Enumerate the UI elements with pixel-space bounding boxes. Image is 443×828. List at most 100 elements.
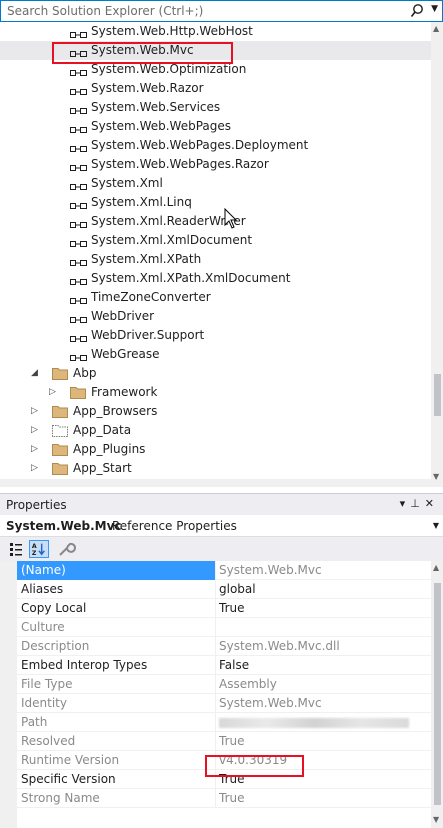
- folder-item[interactable]: ▷ Framework: [0, 383, 431, 402]
- property-grid-gutter: [0, 561, 17, 828]
- reference-label: System.Web.WebPages: [91, 119, 232, 133]
- property-name: Copy Local: [21, 601, 87, 615]
- pin-icon[interactable]: ⊥: [410, 497, 425, 510]
- reference-item[interactable]: System.Xml.XmlDocument: [0, 231, 431, 250]
- property-name: File Type: [21, 677, 73, 691]
- reference-label: System.Web.Http.WebHost: [91, 24, 253, 38]
- column-divider: [215, 732, 216, 751]
- column-divider: [215, 580, 216, 599]
- collapsed-arrow-icon[interactable]: ▷: [31, 402, 38, 421]
- reference-item[interactable]: System.Web.Razor: [0, 79, 431, 98]
- assembly-reference-icon: [70, 65, 88, 76]
- scroll-up-icon[interactable]: ▲: [433, 24, 439, 33]
- property-row[interactable]: Identity System.Web.Mvc: [17, 694, 431, 713]
- property-value[interactable]: global: [219, 582, 256, 596]
- properties-scroll-down-icon[interactable]: ▼: [433, 815, 439, 824]
- reference-label: System.Xml.Linq: [91, 195, 192, 209]
- reference-item[interactable]: System.Web.WebPages.Razor: [0, 155, 431, 174]
- property-row[interactable]: Copy Local True: [17, 599, 431, 618]
- collapsed-arrow-icon[interactable]: ▷: [31, 421, 38, 440]
- folder-label: App_Data: [73, 423, 132, 437]
- properties-scroll-thumb[interactable]: [434, 583, 441, 805]
- assembly-reference-icon: [70, 217, 88, 228]
- reference-label: TimeZoneConverter: [91, 290, 211, 304]
- assembly-reference-icon: [70, 236, 88, 247]
- redacted-path-value: [219, 718, 409, 728]
- folder-item[interactable]: ◢ Abp: [0, 364, 431, 383]
- folder-item[interactable]: ▷ App_Data: [0, 421, 431, 440]
- vertical-scrollbar[interactable]: ▲ ▼: [431, 22, 443, 487]
- mouse-cursor-icon: [224, 208, 238, 229]
- reference-item[interactable]: System.Web.Http.WebHost: [0, 22, 431, 41]
- close-icon[interactable]: ✕: [425, 497, 439, 510]
- reference-item[interactable]: System.Xml.ReaderWriter: [0, 212, 431, 231]
- reference-item[interactable]: System.Xml.XPath: [0, 250, 431, 269]
- search-options-dropdown-icon[interactable]: ▼: [431, 4, 438, 14]
- property-row[interactable]: Strong Name True: [17, 789, 431, 808]
- search-icon[interactable]: [410, 3, 424, 19]
- svg-text:A: A: [32, 543, 37, 550]
- window-position-dropdown-icon[interactable]: ▾: [400, 497, 411, 510]
- reference-item[interactable]: System.Web.WebPages.Deployment: [0, 136, 431, 155]
- expanded-arrow-icon[interactable]: ◢: [31, 364, 38, 383]
- reference-item[interactable]: WebDriver: [0, 307, 431, 326]
- property-row[interactable]: Path: [17, 713, 431, 732]
- reference-item[interactable]: System.Web.Services: [0, 98, 431, 117]
- property-row[interactable]: Description System.Web.Mvc.dll: [17, 637, 431, 656]
- scroll-down-icon[interactable]: ▼: [433, 472, 439, 481]
- categorized-view-button[interactable]: [6, 540, 26, 558]
- column-divider: [215, 713, 216, 732]
- reference-item[interactable]: TimeZoneConverter: [0, 288, 431, 307]
- reference-item[interactable]: System.Xml.Linq: [0, 193, 431, 212]
- property-name: Description: [21, 639, 90, 653]
- reference-item[interactable]: WebGrease: [0, 345, 431, 364]
- property-name: Strong Name: [21, 791, 100, 805]
- property-row[interactable]: Culture: [17, 618, 431, 637]
- properties-scroll-up-icon[interactable]: ▲: [433, 563, 439, 572]
- highlight-box-selected-reference: [52, 42, 233, 64]
- column-divider: [215, 618, 216, 637]
- property-name: Identity: [21, 696, 67, 710]
- property-name: Culture: [21, 620, 65, 634]
- property-name: Specific Version: [21, 772, 116, 786]
- property-row[interactable]: Resolved True: [17, 732, 431, 751]
- properties-scrollbar[interactable]: ▲ ▼: [431, 561, 443, 828]
- scroll-thumb[interactable]: [434, 374, 441, 416]
- collapsed-arrow-icon[interactable]: ▷: [49, 383, 56, 402]
- reference-label: System.Web.Razor: [91, 81, 204, 95]
- highlight-box-runtime-version: [205, 755, 304, 777]
- alphabetical-view-button[interactable]: A Z: [29, 540, 49, 558]
- property-value: System.Web.Mvc: [219, 563, 322, 577]
- reference-label: System.Xml.XmlDocument: [91, 233, 253, 247]
- reference-label: System.Web.WebPages.Deployment: [91, 138, 309, 152]
- folder-icon: [52, 367, 68, 380]
- reference-label: System.Xml.XPath.XmlDocument: [91, 271, 291, 285]
- collapsed-arrow-icon[interactable]: ▷: [31, 459, 38, 478]
- collapsed-arrow-icon[interactable]: ▷: [31, 440, 38, 459]
- reference-item[interactable]: WebDriver.Support: [0, 326, 431, 345]
- object-selector[interactable]: System.Web.Mvc Reference Properties ▼: [0, 515, 443, 537]
- object-name: System.Web.Mvc: [6, 519, 122, 533]
- reference-item[interactable]: System.Xml: [0, 174, 431, 193]
- reference-item[interactable]: System.Web.WebPages: [0, 117, 431, 136]
- folder-item[interactable]: ▷ App_Browsers: [0, 402, 431, 421]
- search-input[interactable]: Search Solution Explorer (Ctrl+;) ▼: [0, 0, 443, 22]
- property-row[interactable]: File Type Assembly: [17, 675, 431, 694]
- search-placeholder: Search Solution Explorer (Ctrl+;): [7, 4, 204, 18]
- horizontal-scrollbar[interactable]: [0, 479, 431, 487]
- property-row[interactable]: (Name) System.Web.Mvc: [17, 561, 431, 580]
- property-value[interactable]: False: [219, 658, 249, 672]
- object-selector-dropdown-icon[interactable]: ▼: [433, 521, 439, 530]
- property-value[interactable]: True: [219, 601, 245, 615]
- object-kind: Reference Properties: [112, 519, 237, 533]
- property-row[interactable]: Aliases global: [17, 580, 431, 599]
- folder-item[interactable]: ▷ App_Start: [0, 459, 431, 478]
- property-row[interactable]: Embed Interop Types False: [17, 656, 431, 675]
- folder-icon: [52, 462, 68, 475]
- reference-item[interactable]: System.Xml.XPath.XmlDocument: [0, 269, 431, 288]
- assembly-reference-icon: [70, 293, 88, 304]
- property-pages-wrench-icon[interactable]: [56, 540, 76, 558]
- assembly-reference-icon: [70, 122, 88, 133]
- property-value: [219, 715, 409, 731]
- folder-item[interactable]: ▷ App_Plugins: [0, 440, 431, 459]
